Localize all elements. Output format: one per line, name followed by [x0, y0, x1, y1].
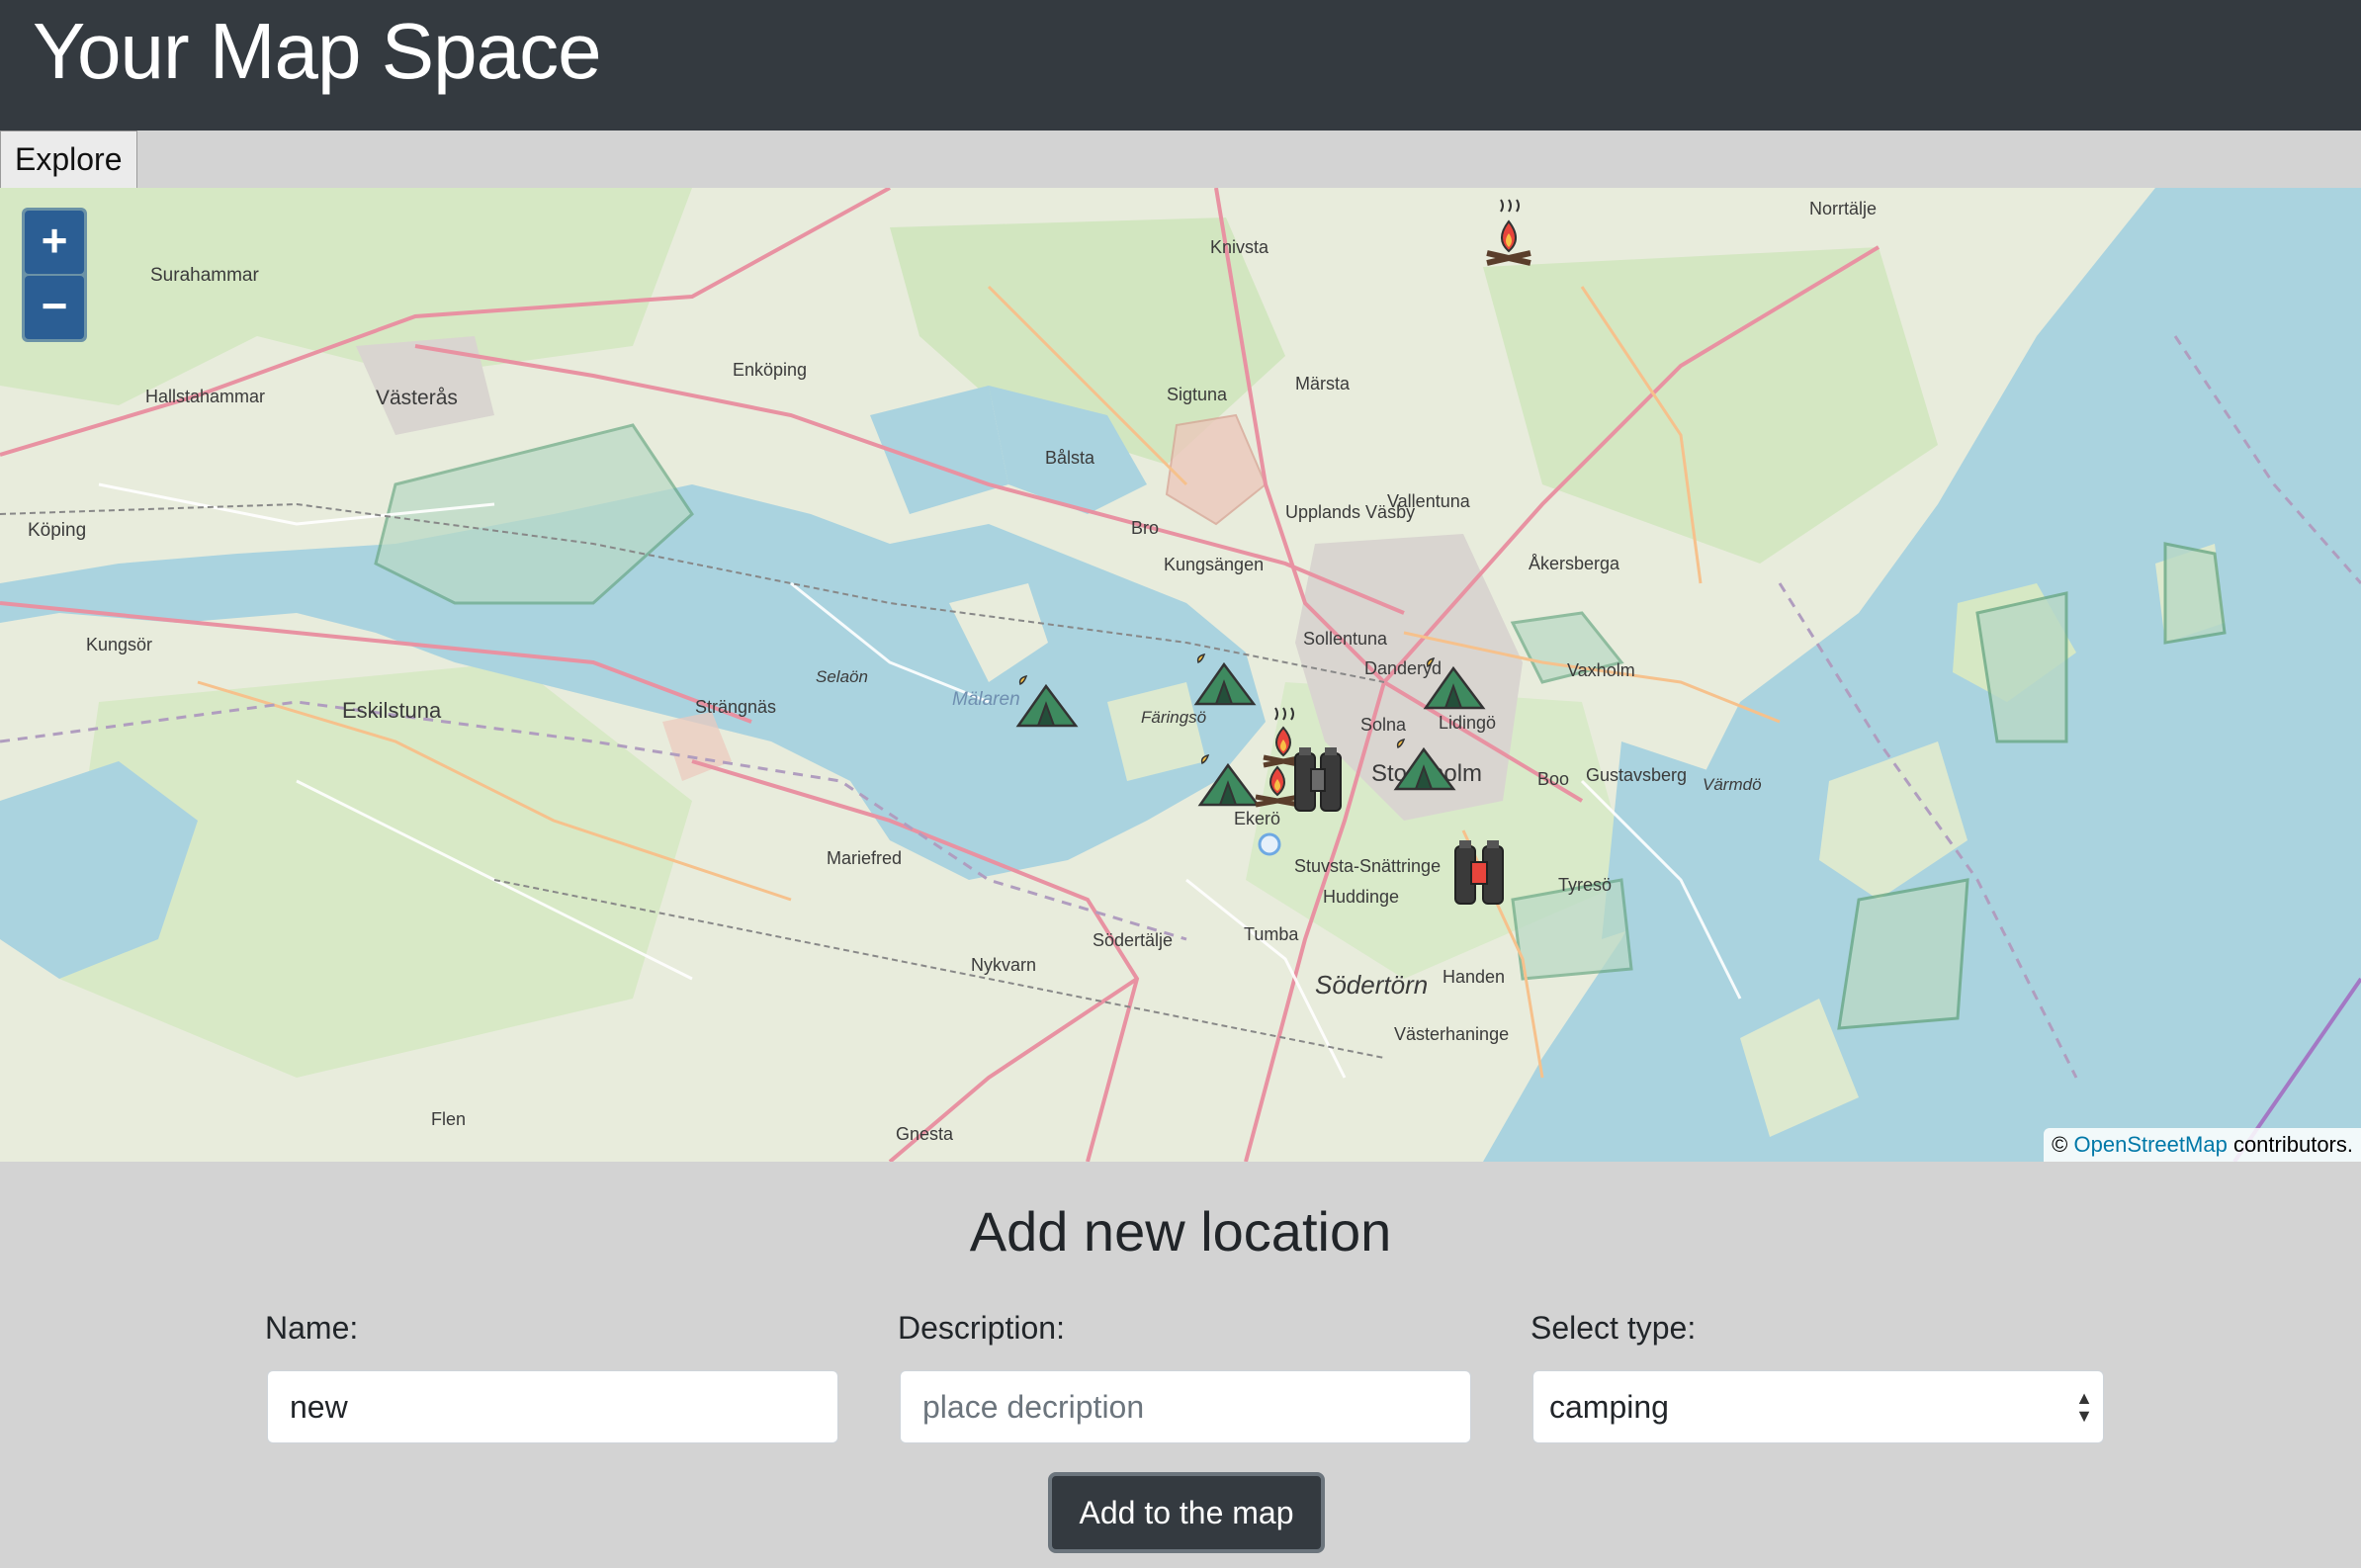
- place-label: Handen: [1443, 967, 1505, 987]
- place-label: Åkersberga: [1529, 554, 1620, 573]
- place-label: Tumba: [1244, 924, 1299, 944]
- zoom-out-button[interactable]: −: [25, 276, 84, 339]
- place-label: Huddinge: [1323, 887, 1399, 907]
- app-title: Your Map Space: [33, 7, 602, 95]
- copyright-symbol: ©: [2052, 1132, 2068, 1157]
- tab-bar: Explore: [0, 131, 2361, 188]
- place-label: Vaxholm: [1567, 660, 1635, 680]
- place-label: Värmdö: [1703, 775, 1762, 794]
- place-label: Mariefred: [827, 848, 902, 868]
- place-label: Knivsta: [1210, 237, 1269, 257]
- place-label: Sigtuna: [1167, 385, 1228, 404]
- place-label: Vallentuna: [1387, 491, 1471, 511]
- select-arrows-icon: ▲ ▼: [2075, 1388, 2093, 1426]
- description-label: Description:: [898, 1310, 1065, 1346]
- form-heading: Add new location: [969, 1200, 1392, 1263]
- place-label: Kungsör: [86, 635, 152, 654]
- description-input[interactable]: [900, 1370, 1471, 1443]
- place-label: Mälaren: [952, 689, 1020, 710]
- place-label: Boo: [1537, 769, 1569, 789]
- place-label: Gnesta: [896, 1124, 954, 1144]
- place-label: Färingsö: [1141, 708, 1206, 727]
- place-label: Strängnäs: [695, 697, 776, 717]
- place-label: Bro: [1131, 518, 1159, 538]
- place-label: Eskilstuna: [342, 698, 442, 723]
- name-label: Name:: [265, 1310, 359, 1346]
- place-label: Västerås: [376, 387, 458, 409]
- map-attribution: © OpenStreetMap contributors.: [2044, 1128, 2361, 1162]
- place-label: Solna: [1360, 715, 1407, 735]
- place-label: Köping: [28, 520, 86, 541]
- place-label: Gustavsberg: [1586, 765, 1687, 785]
- name-input[interactable]: [267, 1370, 838, 1443]
- zoom-control: + −: [22, 208, 87, 342]
- place-label: Kungsängen: [1164, 555, 1264, 574]
- openstreetmap-link[interactable]: OpenStreetMap: [2074, 1132, 2228, 1157]
- place-label: Södertörn: [1315, 970, 1428, 1000]
- zoom-in-button[interactable]: +: [25, 211, 84, 274]
- place-label: Hallstahammar: [145, 387, 265, 406]
- place-label: Norrtälje: [1809, 199, 1877, 218]
- location-dot: [1258, 832, 1281, 856]
- type-select-value: camping: [1549, 1389, 1669, 1425]
- type-label: Select type:: [1530, 1310, 1697, 1346]
- place-label: Ekerö: [1234, 809, 1280, 828]
- place-label: Selaön: [816, 667, 868, 686]
- place-label: Tyresö: [1558, 875, 1612, 895]
- place-label: Stuvsta-Snättringe: [1294, 856, 1441, 876]
- tab-explore[interactable]: Explore: [0, 131, 137, 188]
- map-view[interactable]: Surahammar Knivsta Norrtälje Enköping Ha…: [0, 188, 2361, 1162]
- add-location-form: Add new location Name: Description: Sele…: [0, 1162, 2361, 1568]
- place-label: Sollentuna: [1303, 629, 1388, 649]
- place-label: Enköping: [733, 360, 807, 380]
- place-label: Södertälje: [1093, 930, 1173, 950]
- place-label: Bålsta: [1045, 448, 1095, 468]
- place-label: Lidingö: [1439, 713, 1496, 733]
- type-select[interactable]: camping ▲ ▼: [1532, 1370, 2104, 1443]
- place-label: Västerhaninge: [1394, 1024, 1509, 1044]
- app-header: Your Map Space: [0, 0, 2361, 131]
- place-label: Märsta: [1295, 374, 1351, 393]
- place-label: Surahammar: [150, 265, 259, 286]
- attribution-suffix: contributors.: [2232, 1132, 2353, 1157]
- place-label: Nykvarn: [971, 955, 1036, 975]
- place-label: Flen: [431, 1109, 466, 1129]
- add-to-map-button[interactable]: Add to the map: [1048, 1472, 1325, 1553]
- map-tiles: Surahammar Knivsta Norrtälje Enköping Ha…: [0, 188, 2361, 1162]
